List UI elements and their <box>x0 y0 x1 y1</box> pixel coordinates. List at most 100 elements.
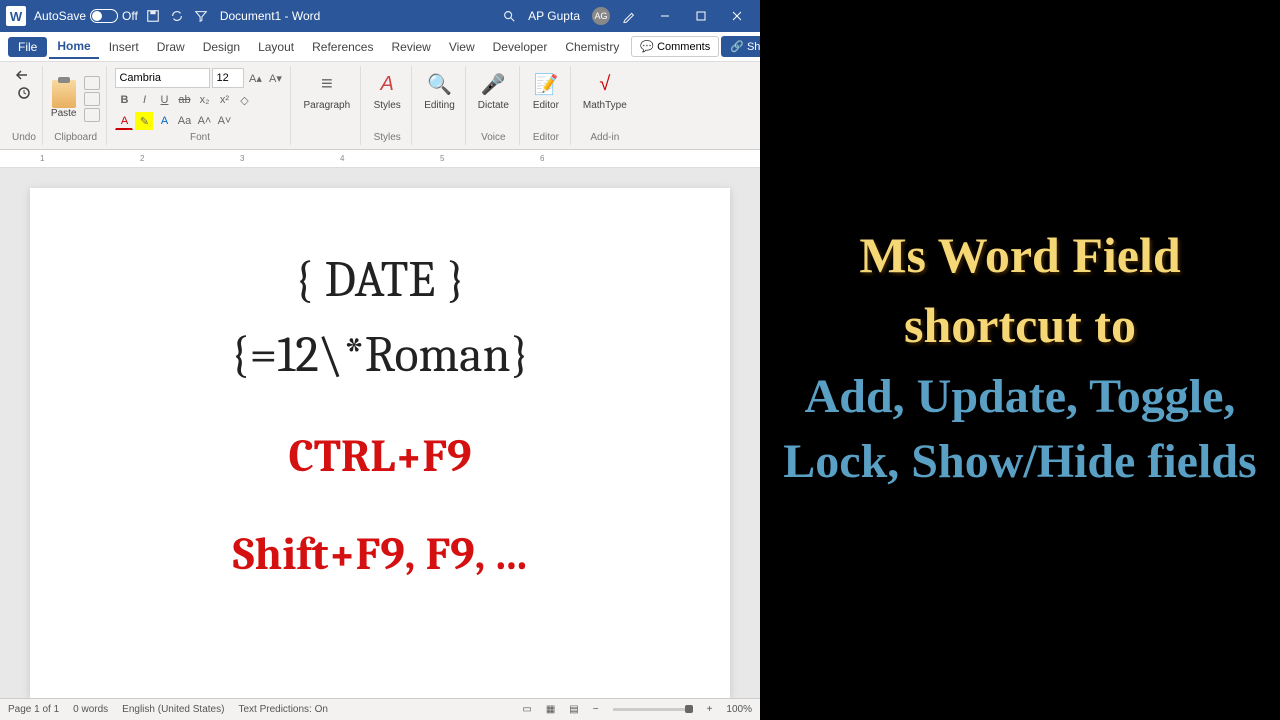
tab-draw[interactable]: Draw <box>149 36 193 58</box>
paste-icon <box>52 80 76 108</box>
toggle-switch-icon[interactable] <box>90 9 118 23</box>
word-logo-icon: W <box>6 6 26 26</box>
word-application: W AutoSave Off Document1 - Word AP Gupta… <box>0 0 760 720</box>
page-count[interactable]: Page 1 of 1 <box>8 704 59 715</box>
grow-font2-icon[interactable]: A˄ <box>195 112 213 130</box>
tab-home[interactable]: Home <box>49 35 98 59</box>
autosave-toggle[interactable]: AutoSave Off <box>34 9 138 23</box>
paragraph-group: ≡ Paragraph <box>293 66 361 145</box>
shrink-font-icon[interactable]: A▾ <box>266 69 284 87</box>
styles-icon: A <box>373 70 401 98</box>
page[interactable]: { DATE } {=12\*Roman} CTRL+F9 Shift+F9, … <box>30 188 730 698</box>
status-bar: Page 1 of 1 0 words English (United Stat… <box>0 698 760 720</box>
undo-group: Undo <box>6 66 43 145</box>
text-effects-icon[interactable]: A <box>155 112 173 130</box>
find-icon: 🔍 <box>425 70 453 98</box>
comments-button[interactable]: 💬Comments <box>631 36 719 57</box>
underline-button[interactable]: U <box>155 91 173 109</box>
tab-review[interactable]: Review <box>383 36 438 58</box>
editing-group: 🔍 Editing <box>414 66 466 145</box>
highlight-icon[interactable]: ✎ <box>135 112 153 130</box>
addin-group: √ MathType Add-in <box>573 66 637 145</box>
zoom-level[interactable]: 100% <box>726 704 752 715</box>
zoom-out-button[interactable]: − <box>593 704 599 715</box>
redo-icon[interactable] <box>15 86 33 100</box>
user-name: AP Gupta <box>528 9 580 23</box>
styles-button[interactable]: A Styles <box>369 68 405 113</box>
tab-file[interactable]: File <box>8 37 47 57</box>
search-icon[interactable] <box>502 9 516 23</box>
tab-design[interactable]: Design <box>195 36 248 58</box>
ribbon: Undo Paste Clipboard A <box>0 62 760 150</box>
paste-button[interactable]: Paste <box>51 80 77 119</box>
undo-icon[interactable] <box>15 68 33 82</box>
subscript-button[interactable]: x₂ <box>195 91 213 109</box>
user-avatar-icon[interactable]: AG <box>592 7 610 25</box>
autosave-label: AutoSave <box>34 9 86 23</box>
ruler[interactable]: 1 2 3 4 5 6 <box>0 150 760 168</box>
ribbon-tabs: File Home Insert Draw Design Layout Refe… <box>0 32 760 62</box>
shortcut-text-2: Shift+F9, F9, ... <box>70 526 690 584</box>
mathtype-button[interactable]: √ MathType <box>579 68 631 113</box>
microphone-icon: 🎤 <box>479 70 507 98</box>
field-code-roman[interactable]: {=12\*Roman} <box>70 323 690 388</box>
voice-group: 🎤 Dictate Voice <box>468 66 520 145</box>
bold-button[interactable]: B <box>115 91 133 109</box>
print-layout-icon[interactable]: ▦ <box>546 704 555 715</box>
shortcut-text-1: CTRL+F9 <box>70 428 690 486</box>
autosave-state: Off <box>122 9 138 23</box>
tab-developer[interactable]: Developer <box>485 36 556 58</box>
tab-layout[interactable]: Layout <box>250 36 302 58</box>
language-status[interactable]: English (United States) <box>122 704 224 715</box>
quick-access-toolbar <box>146 9 208 23</box>
italic-button[interactable]: I <box>135 91 153 109</box>
document-title: Document1 - Word <box>220 9 320 23</box>
filter-icon[interactable] <box>194 9 208 23</box>
tab-insert[interactable]: Insert <box>101 36 147 58</box>
field-code-date[interactable]: { DATE } <box>70 248 690 313</box>
zoom-in-button[interactable]: + <box>707 704 713 715</box>
text-predictions[interactable]: Text Predictions: On <box>238 704 327 715</box>
editor-group: 📝 Editor Editor <box>522 66 571 145</box>
copy-icon[interactable] <box>84 92 100 106</box>
focus-mode-icon[interactable]: ▭ <box>522 704 531 715</box>
side-panel: Ms Word Field shortcut to Add, Update, T… <box>760 0 1280 720</box>
cut-icon[interactable] <box>84 76 100 90</box>
strikethrough-button[interactable]: ab <box>175 91 193 109</box>
zoom-slider[interactable] <box>613 708 693 711</box>
paragraph-icon: ≡ <box>313 70 341 98</box>
maximize-button[interactable] <box>684 3 718 29</box>
side-title-1: Ms Word Field <box>859 225 1180 285</box>
font-color-icon[interactable]: A <box>115 112 133 130</box>
editing-button[interactable]: 🔍 Editing <box>420 68 459 113</box>
editor-button[interactable]: 📝 Editor <box>528 68 564 113</box>
dictate-button[interactable]: 🎤 Dictate <box>474 68 513 113</box>
paragraph-button[interactable]: ≡ Paragraph <box>299 68 354 113</box>
web-layout-icon[interactable]: ▤ <box>569 704 578 715</box>
font-group: A▴ A▾ B I U ab x₂ x² ◇ A ✎ A Aa A˄ <box>109 66 291 145</box>
change-case-button[interactable]: Aa <box>175 112 193 130</box>
styles-group: A Styles Styles <box>363 66 412 145</box>
side-title-2: shortcut to <box>904 295 1136 355</box>
sync-icon[interactable] <box>170 9 184 23</box>
editor-icon: 📝 <box>532 70 560 98</box>
font-name-select[interactable] <box>115 68 210 88</box>
close-button[interactable] <box>720 3 754 29</box>
clear-format-icon[interactable]: ◇ <box>235 91 253 109</box>
shrink-font2-icon[interactable]: A˅ <box>215 112 233 130</box>
save-icon[interactable] <box>146 9 160 23</box>
tab-chemistry[interactable]: Chemistry <box>557 36 627 58</box>
clipboard-group: Paste Clipboard <box>45 66 108 145</box>
word-count[interactable]: 0 words <box>73 704 108 715</box>
title-bar: W AutoSave Off Document1 - Word AP Gupta… <box>0 0 760 32</box>
font-size-select[interactable] <box>212 68 244 88</box>
format-painter-icon[interactable] <box>84 108 100 122</box>
tab-view[interactable]: View <box>441 36 483 58</box>
grow-font-icon[interactable]: A▴ <box>246 69 264 87</box>
side-subtitle: Add, Update, Toggle, Lock, Show/Hide fie… <box>780 365 1260 495</box>
tab-references[interactable]: References <box>304 36 381 58</box>
minimize-button[interactable] <box>648 3 682 29</box>
document-area[interactable]: { DATE } {=12\*Roman} CTRL+F9 Shift+F9, … <box>0 168 760 698</box>
pen-icon[interactable] <box>622 9 636 23</box>
superscript-button[interactable]: x² <box>215 91 233 109</box>
